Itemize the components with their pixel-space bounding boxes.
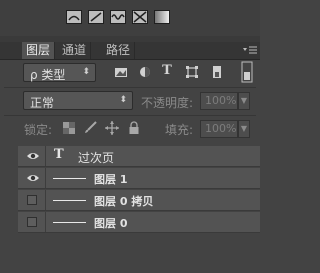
tab-paths[interactable]: 路径 [102,42,136,59]
opacity-input[interactable]: 100% [200,92,238,110]
wave-icon[interactable] [110,10,126,24]
filter-toggle-icon[interactable] [240,61,254,83]
visibility-cell[interactable] [18,146,46,166]
type-filter-icon[interactable]: T [160,64,174,78]
panel-tabbar: 图层 通道 路径 [0,42,260,60]
divider [4,87,256,88]
fill-input[interactable]: 100% [200,120,238,138]
lock-label: 锁定: [24,123,53,137]
layer-row[interactable]: 图层 0 拷贝 [18,190,260,211]
layer-row[interactable]: 图层 1 [18,168,260,189]
layer-row[interactable]: T 过次页 [18,146,260,167]
top-toolbar [0,0,260,37]
visibility-cell[interactable] [18,190,46,210]
layer-filter-select[interactable]: ρ 类型 ⬍ [23,63,96,82]
visibility-cell[interactable] [18,168,46,188]
blend-mode-value: 正常 [30,96,55,110]
up-down-arrow-icon: ⬍ [82,67,90,77]
opacity-dropdown-arrow-icon[interactable]: ▼ [238,92,250,110]
panel-menu-icon[interactable] [243,44,257,56]
image-filter-icon[interactable] [114,65,128,79]
smart-object-filter-icon[interactable] [210,65,224,79]
divider [4,115,256,116]
hidden-box-icon [27,217,37,227]
layer-name: 图层 0 拷贝 [94,195,154,208]
blend-mode-select[interactable]: 正常 ⬍ [23,91,133,110]
gradient-box-icon[interactable] [154,10,170,24]
layer-name: 图层 0 [94,217,128,230]
lock-all-icon[interactable] [128,121,140,138]
lock-transparent-icon[interactable] [63,122,75,137]
adjustment-filter-icon[interactable] [138,65,152,79]
fill-label: 填充: [165,123,194,137]
skew-icon[interactable] [88,10,104,24]
lock-brush-icon[interactable] [83,121,97,138]
fill-dropdown-arrow-icon[interactable]: ▼ [238,120,250,138]
tab-layers[interactable]: 图层 [22,42,56,59]
warp-icon[interactable] [66,10,82,24]
layer-name: 图层 1 [94,173,128,186]
shape-thumbnail-icon [53,178,86,179]
lock-move-icon[interactable] [105,121,119,138]
visibility-cell[interactable] [18,212,46,232]
shape-thumbnail-icon [53,222,86,223]
up-down-arrow-icon: ⬍ [119,95,127,105]
eye-icon [27,175,39,181]
layer-name: 过次页 [78,151,115,165]
crossed-box-icon[interactable] [132,10,148,24]
text-layer-icon: T [54,147,64,162]
hidden-box-icon [27,195,37,205]
layer-filter-label: ρ 类型 [30,68,66,82]
layer-row[interactable]: 图层 0 [18,212,260,233]
shape-filter-icon[interactable] [185,65,199,79]
eye-icon [27,153,39,159]
shape-thumbnail-icon [53,200,86,201]
transform-tools [66,10,170,24]
tab-channels[interactable]: 通道 [58,42,92,59]
opacity-label: 不透明度: [141,96,194,110]
